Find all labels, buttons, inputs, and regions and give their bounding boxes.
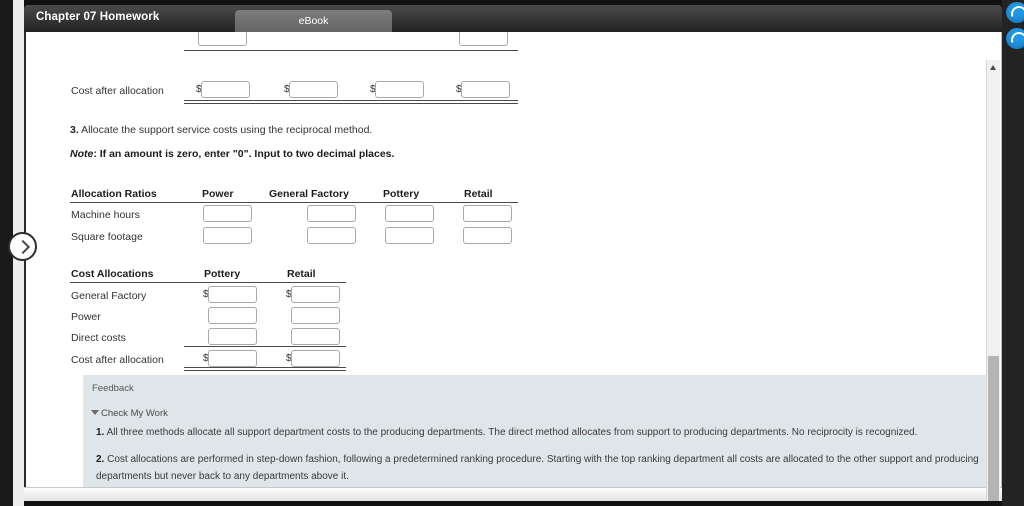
column-header-pottery: Pottery (204, 268, 241, 280)
check-my-work-label: Check My Work (101, 408, 168, 419)
scroll-up-triangle (990, 65, 996, 70)
square-footage-pottery-input[interactable] (385, 227, 434, 244)
direct-costs-pottery-input[interactable] (208, 328, 257, 345)
application-frame: Chapter 07 Homework eBook Cost after all… (0, 0, 1024, 506)
column-header-pottery: Pottery (383, 188, 420, 200)
partial-input[interactable] (459, 32, 508, 46)
expand-panel-button[interactable] (8, 232, 37, 261)
question-text: Allocate the support service costs using… (81, 124, 373, 136)
column-header-power: Power (202, 188, 234, 200)
cost-after-allocation-input[interactable] (375, 81, 424, 98)
row-label-direct-costs: Direct costs (71, 332, 126, 344)
allocation-ratios-title: Allocation Ratios (71, 188, 157, 200)
machine-hours-retail-input[interactable] (463, 205, 512, 222)
scroll-up-icon[interactable] (987, 61, 1000, 74)
square-footage-power-input[interactable] (203, 227, 252, 244)
partial-input[interactable] (198, 32, 247, 46)
feedback-item-text: All three methods allocate all support d… (106, 427, 918, 438)
note-text: : If an amount is zero, enter "0". Input… (93, 148, 395, 160)
feedback-item: 2. Cost allocations are performed in ste… (96, 451, 989, 485)
window-bottom-strip (24, 487, 1002, 501)
cost-after-allocation-retail-input[interactable] (291, 350, 340, 367)
check-my-work-toggle[interactable]: Check My Work (91, 408, 168, 419)
column-header-general-factory: General Factory (269, 188, 349, 200)
table-rule (184, 50, 518, 51)
content-pane: Cost after allocation $ $ $ $ 3. Allocat… (24, 32, 1002, 501)
page-title: Chapter 07 Homework (36, 11, 160, 23)
vertical-scrollbar[interactable] (986, 60, 1000, 501)
power-retail-input[interactable] (291, 307, 340, 324)
column-header-retail: Retail (464, 188, 493, 200)
cost-after-allocation-pottery-input[interactable] (208, 350, 257, 367)
square-footage-general-factory-input[interactable] (307, 227, 356, 244)
feedback-item-number: 2. (96, 454, 105, 465)
column-header-retail: Retail (287, 268, 316, 280)
row-label-general-factory: General Factory (71, 290, 147, 302)
machine-hours-pottery-input[interactable] (385, 205, 434, 222)
cost-allocations-title: Cost Allocations (71, 268, 154, 280)
feedback-item: 1. All three methods allocate all suppor… (96, 424, 989, 441)
window-titlebar: Chapter 07 Homework eBook (24, 5, 1002, 32)
note-label: Note (70, 148, 94, 160)
table-rule (184, 100, 518, 101)
table-rule-double (184, 370, 346, 371)
chevron-right-icon (15, 239, 31, 255)
chevron-down-icon (91, 410, 99, 415)
question-number: 3. (70, 124, 79, 136)
feedback-item-text: Cost allocations are performed in step-d… (96, 454, 979, 482)
tab-ebook[interactable]: eBook (235, 10, 392, 32)
row-label-square-footage: Square footage (71, 231, 143, 243)
table-rule (70, 282, 346, 283)
row-label-machine-hours: Machine hours (71, 209, 140, 221)
document-body: Cost after allocation $ $ $ $ 3. Allocat… (26, 32, 989, 487)
row-label-power: Power (71, 311, 101, 323)
row-label: Cost after allocation (71, 85, 164, 97)
refresh-icon[interactable] (1002, 28, 1024, 51)
row-label-cost-after-allocation: Cost after allocation (71, 354, 164, 366)
scrollbar-thumb[interactable] (988, 356, 999, 501)
table-rule-double (184, 103, 518, 104)
note-line: Note: If an amount is zero, enter "0". I… (70, 148, 394, 160)
square-footage-retail-input[interactable] (463, 227, 512, 244)
table-rule (184, 367, 346, 368)
table-rule (184, 346, 346, 347)
feedback-title: Feedback (92, 383, 134, 394)
side-icon-rail (1002, 2, 1024, 54)
previous-table-partial: Cost after allocation $ $ $ $ (26, 32, 989, 112)
table-rule (70, 202, 518, 203)
power-pottery-input[interactable] (208, 307, 257, 324)
homework-window: Chapter 07 Homework eBook Cost after all… (24, 5, 1002, 501)
cost-after-allocation-input[interactable] (201, 81, 250, 98)
question-line: 3. Allocate the support service costs us… (70, 124, 372, 136)
right-dark-edge (1002, 0, 1024, 506)
general-factory-retail-input[interactable] (291, 286, 340, 303)
feedback-item-number: 1. (96, 427, 105, 438)
direct-costs-retail-input[interactable] (291, 328, 340, 345)
refresh-icon[interactable] (1002, 2, 1024, 25)
cost-after-allocation-input[interactable] (289, 81, 338, 98)
feedback-panel: Feedback Check My Work 1. All three meth… (83, 375, 989, 487)
general-factory-pottery-input[interactable] (208, 286, 257, 303)
machine-hours-power-input[interactable] (203, 205, 252, 222)
machine-hours-general-factory-input[interactable] (307, 205, 356, 222)
cost-after-allocation-input[interactable] (461, 81, 510, 98)
